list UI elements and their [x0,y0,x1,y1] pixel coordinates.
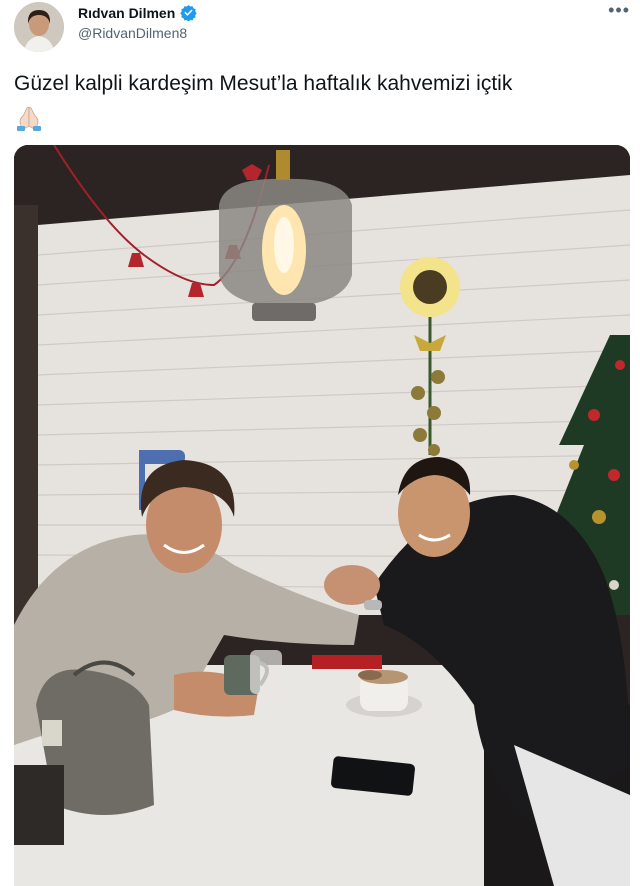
display-name[interactable]: Rıdvan Dilmen [78,5,175,21]
clasped-hands [324,565,380,605]
more-options-icon[interactable]: ••• [608,0,630,21]
verified-badge-icon [180,5,197,21]
tweet-header: Rıdvan Dilmen @RidvanDilmen8 ••• [0,0,640,56]
avatar[interactable] [14,2,64,52]
name-row: Rıdvan Dilmen [78,4,197,21]
tweet-text: Güzel kalpli kardeşim Mesut’la haftalık … [14,72,513,95]
red-card [312,655,382,669]
wall-light [400,257,460,317]
praying-hands-icon [17,106,41,131]
tweet-photo[interactable] [14,145,630,886]
user-handle[interactable]: @RidvanDilmen8 [78,25,187,41]
